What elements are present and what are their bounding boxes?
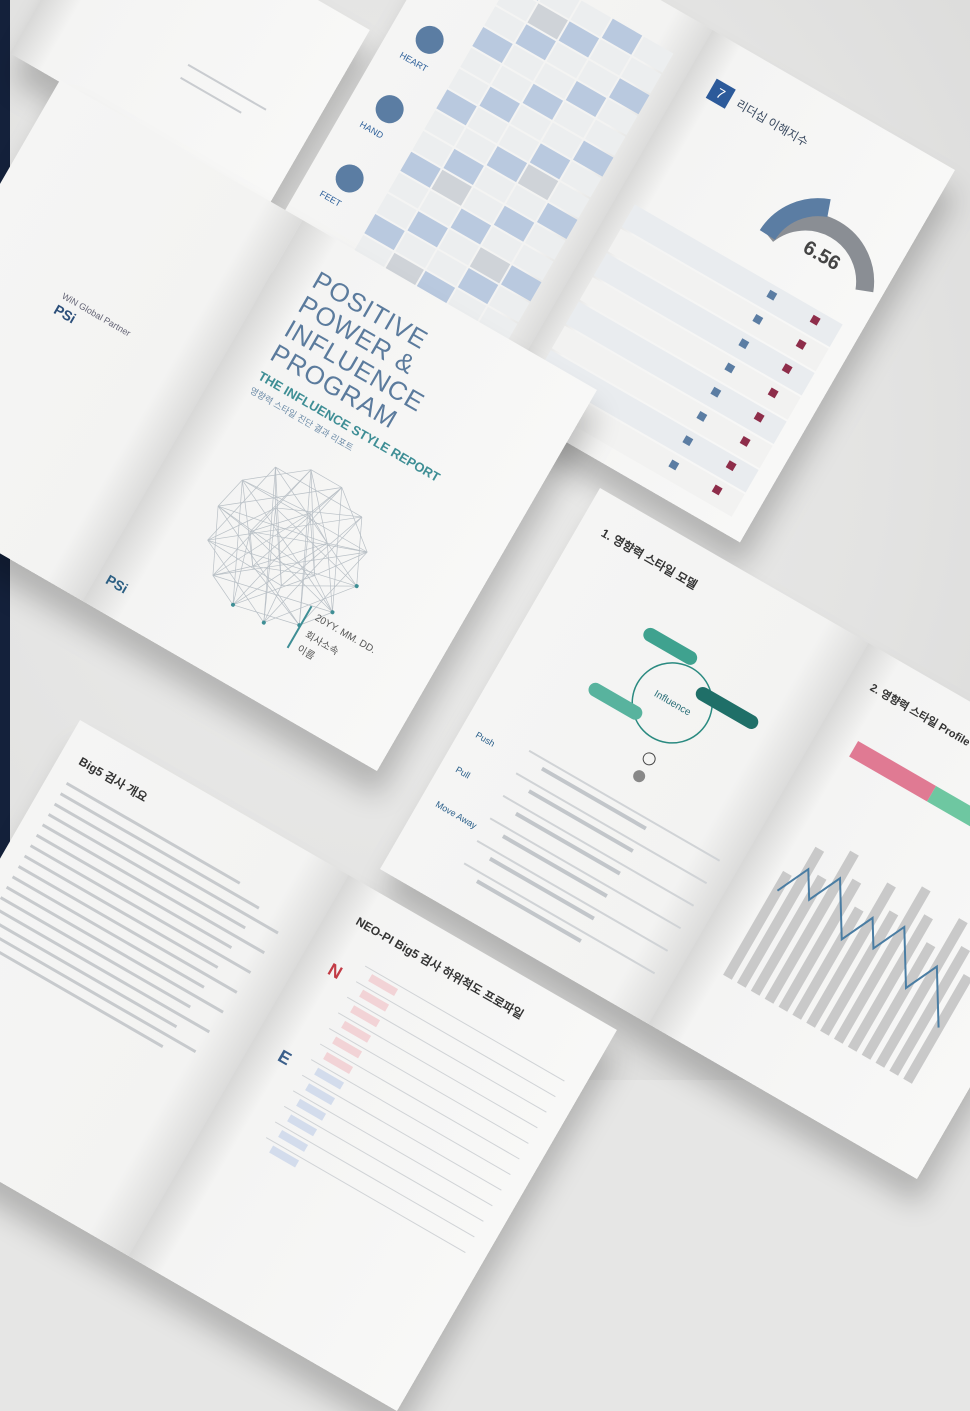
sphere-edge	[356, 516, 363, 587]
sphere-edge	[212, 506, 219, 576]
big5-scale-cell	[359, 989, 390, 1012]
big5-text-line	[53, 802, 279, 935]
sphere-edge	[249, 531, 254, 567]
big5-grid-rule	[301, 1074, 502, 1191]
sphere-edge	[281, 516, 363, 586]
sphere-edge	[314, 551, 368, 576]
big5-grid-rule	[265, 1137, 466, 1253]
big5-text-line	[65, 781, 241, 885]
big5-scale-cell	[296, 1098, 327, 1121]
sphere-edge	[310, 469, 342, 488]
sphere-edge	[275, 507, 362, 518]
big5-text-line	[17, 865, 238, 994]
hhhf-label: HAND	[358, 119, 386, 141]
big5-scale-cell	[332, 1036, 363, 1059]
hhhf-label: FEET	[318, 189, 343, 209]
sphere-edge	[207, 466, 276, 541]
sphere-edge	[212, 575, 234, 605]
big5-grid-rule	[274, 1121, 475, 1238]
hhhf-label: HEAD	[438, 0, 465, 2]
big5-scale-cell	[287, 1114, 318, 1137]
big5-scale-cell	[269, 1145, 300, 1168]
big5-text-line	[5, 885, 224, 1014]
big5-grid-rule	[328, 1027, 529, 1144]
sphere-edge	[263, 467, 276, 623]
hhhf-label: HEART	[398, 50, 430, 74]
big5-scale-cell	[323, 1052, 354, 1074]
hhhf-icon	[375, 95, 404, 124]
big5-scale-cell	[314, 1067, 345, 1090]
big5-scale-cell	[368, 974, 399, 997]
hhhf-icon	[335, 164, 364, 193]
big5-text-line	[11, 875, 205, 989]
big5-scale-cell	[305, 1083, 336, 1106]
big5-text-line	[0, 896, 191, 1009]
big5-scale-cell	[341, 1020, 372, 1043]
big5-scale-cell	[278, 1129, 309, 1152]
big5-text-line	[41, 823, 266, 955]
big5-grid-rule	[292, 1090, 493, 1207]
big5-grid-rule	[319, 1043, 520, 1160]
big5-scale-cell	[350, 1005, 381, 1028]
sphere-edge	[212, 512, 311, 576]
big5-grid-rule	[310, 1059, 511, 1176]
big5-text-line	[29, 844, 252, 974]
big5-grid-rule	[346, 996, 547, 1113]
sphere-edge	[207, 539, 282, 586]
sphere-edge	[232, 487, 343, 606]
big5-text-line	[0, 927, 197, 1054]
influence-table-text	[501, 834, 608, 898]
influence-table-text	[540, 766, 647, 831]
hhhf-icon	[415, 25, 444, 54]
sphere-edge	[217, 479, 243, 507]
sphere-edge	[207, 539, 265, 623]
big5-grid-rule	[337, 1012, 538, 1129]
big5-grid-rule	[283, 1105, 484, 1222]
influence-table-text	[527, 789, 634, 853]
influence-table-text	[488, 856, 595, 921]
influence-table-text	[475, 879, 582, 943]
influence-table-text	[514, 811, 621, 876]
big5-grid-rule	[364, 965, 565, 1082]
